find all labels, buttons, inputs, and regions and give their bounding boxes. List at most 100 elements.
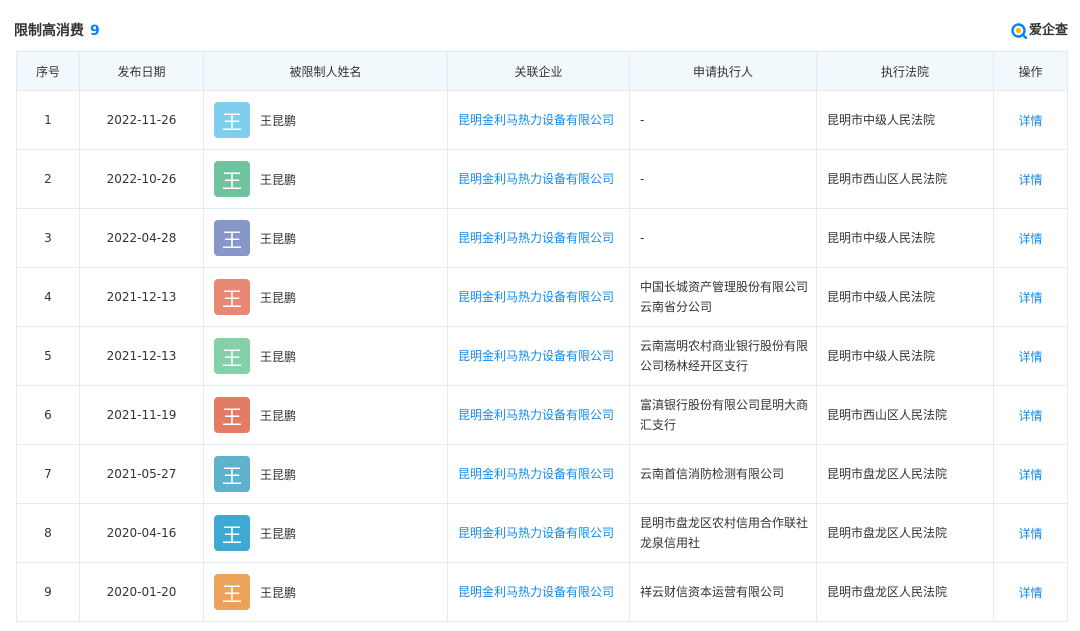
row-action-cell: 详情 (993, 267, 1068, 327)
person-name: 王昆鹏 (260, 408, 297, 423)
company-link[interactable]: 昆明金利马热力设备有限公司 (458, 408, 614, 422)
row-index: 3 (16, 208, 80, 268)
row-index: 7 (16, 444, 80, 504)
company-link[interactable]: 昆明金利马热力设备有限公司 (458, 231, 614, 245)
person-info: 王王昆鹏 (205, 102, 447, 138)
brand-name: 爱企查 (1028, 23, 1068, 38)
detail-link[interactable]: 详情 (1018, 173, 1042, 187)
row-action-cell: 详情 (993, 444, 1068, 504)
table-row: 2 2022-10-26 王王昆鹏 昆明金利马热力设备有限公司 - 昆明市西山区人民法院详… (16, 149, 1068, 209)
table-row: 1 2022-11-26 王王昆鹏 昆明金利马热力设备有限公司 - 昆明市中级人民法院 详情 (16, 90, 1068, 150)
table-row: 8 2020-04-16 王王昆鹏 昆明金利马热力设备有限公司 昆明市盘龙区农村信用合作… (16, 503, 1068, 563)
row-index: 8 (16, 503, 80, 563)
restriction-page: 限制高消费 9 爱企查 序号 发布日期 被限制人姓名 关联企业 申请执行人 执行… (0, 0, 1080, 631)
detail-link[interactable]: 详情 (1018, 114, 1042, 128)
person-info: 王王昆鹏 (205, 279, 447, 315)
table-row: 3 2022-04-28 王王昆鹏 昆明金利马热力设备有限公司 - 昆明市中级人民法院 详情 (16, 208, 1068, 268)
table-row: 4 2021-12-13 王王昆鹏 昆明金利马热力设备有限公司 中国长城资产管理股份有限… (16, 267, 1068, 327)
avatar: 王 (214, 574, 250, 610)
row-company-cell: 昆明金利马热力设备有限公司 (447, 444, 630, 504)
avatar: 王 (214, 515, 250, 551)
row-applicant: - (629, 149, 817, 209)
row-company-cell: 昆明金利马热力设备有限公司 (447, 326, 630, 386)
person-name: 王昆鹏 (260, 349, 297, 364)
row-person-cell: 王王昆鹏 (203, 149, 448, 209)
table-row: 5 2021-12-13 王王昆鹏 昆明金利马热力设备有限公司 云南嵩明农村商业银行股份… (16, 326, 1068, 386)
row-person-cell: 王王昆鹏 (203, 267, 448, 327)
section-title-text: 限制高消费 (14, 23, 84, 39)
row-court: 昆明市中级人民法院 (816, 326, 994, 386)
person-name: 王昆鹏 (260, 585, 297, 600)
table-row: 9 2020-01-20 王王昆鹏 昆明金利马热力设备有限公司 祥云财信资本运营有限公司… (16, 562, 1068, 622)
record-count: 9 (90, 23, 100, 39)
detail-link[interactable]: 详情 (1018, 291, 1042, 305)
row-applicant: - (629, 90, 817, 150)
row-date: 2022-11-26 (79, 90, 204, 150)
person-name: 王昆鹏 (260, 467, 297, 482)
restriction-table: 序号 发布日期 被限制人姓名 关联企业 申请执行人 执行法院 操作 1 2022-… (16, 51, 1068, 622)
avatar: 王 (214, 102, 250, 138)
row-applicant: 中国长城资产管理股份有限公司云南省分公司 (629, 267, 817, 327)
company-link[interactable]: 昆明金利马热力设备有限公司 (458, 526, 614, 540)
row-action-cell: 详情 (993, 562, 1068, 622)
person-info: 王王昆鹏 (205, 397, 447, 433)
row-person-cell: 王王昆鹏 (203, 326, 448, 386)
section-header: 限制高消费 9 爱企查 (14, 20, 1068, 42)
row-action-cell: 详情 (993, 385, 1068, 445)
detail-link[interactable]: 详情 (1018, 468, 1042, 482)
row-index: 5 (16, 326, 80, 386)
row-person-cell: 王王昆鹏 (203, 90, 448, 150)
person-info: 王王昆鹏 (205, 456, 447, 492)
avatar: 王 (214, 161, 250, 197)
detail-link[interactable]: 详情 (1018, 232, 1042, 246)
row-company-cell: 昆明金利马热力设备有限公司 (447, 385, 630, 445)
row-applicant: 富滇银行股份有限公司昆明大商汇支行 (629, 385, 817, 445)
column-header-company: 关联企业 (447, 51, 630, 91)
row-person-cell: 王王昆鹏 (203, 503, 448, 563)
detail-link[interactable]: 详情 (1018, 586, 1042, 600)
row-index: 9 (16, 562, 80, 622)
avatar: 王 (214, 220, 250, 256)
row-court: 昆明市盘龙区人民法院 (816, 562, 994, 622)
column-header-action: 操作 (993, 51, 1068, 91)
column-header-person: 被限制人姓名 (203, 51, 448, 91)
detail-link[interactable]: 详情 (1018, 409, 1042, 423)
company-link[interactable]: 昆明金利马热力设备有限公司 (458, 349, 614, 363)
brand-logo: 爱企查 (1011, 20, 1068, 42)
table-row: 7 2021-05-27 王王昆鹏 昆明金利马热力设备有限公司 云南首信消防检测有限公司… (16, 444, 1068, 504)
table-body: 1 2022-11-26 王王昆鹏 昆明金利马热力设备有限公司 - 昆明市中级人民法院 详情… (16, 90, 1068, 622)
row-date: 2022-10-26 (79, 149, 204, 209)
avatar: 王 (214, 397, 250, 433)
company-link[interactable]: 昆明金利马热力设备有限公司 (458, 467, 614, 481)
company-link[interactable]: 昆明金利马热力设备有限公司 (458, 172, 614, 186)
row-company-cell: 昆明金利马热力设备有限公司 (447, 503, 630, 563)
person-name: 王昆鹏 (260, 113, 297, 128)
person-name: 王昆鹏 (260, 526, 297, 541)
avatar: 王 (214, 279, 250, 315)
row-date: 2021-12-13 (79, 326, 204, 386)
row-court: 昆明市西山区人民法院 (816, 149, 994, 209)
person-info: 王王昆鹏 (205, 338, 447, 374)
row-applicant: 云南首信消防检测有限公司 (629, 444, 817, 504)
detail-link[interactable]: 详情 (1018, 350, 1042, 364)
row-company-cell: 昆明金利马热力设备有限公司 (447, 208, 630, 268)
row-applicant: 昆明市盘龙区农村信用合作联社龙泉信用社 (629, 503, 817, 563)
person-name: 王昆鹏 (260, 172, 297, 187)
row-court: 昆明市西山区人民法院 (816, 385, 994, 445)
person-info: 王王昆鹏 (205, 574, 447, 610)
row-date: 2022-04-28 (79, 208, 204, 268)
avatar: 王 (214, 456, 250, 492)
row-index: 1 (16, 90, 80, 150)
company-link[interactable]: 昆明金利马热力设备有限公司 (458, 290, 614, 304)
company-link[interactable]: 昆明金利马热力设备有限公司 (458, 113, 614, 127)
detail-link[interactable]: 详情 (1018, 527, 1042, 541)
person-info: 王王昆鹏 (205, 161, 447, 197)
company-link[interactable]: 昆明金利马热力设备有限公司 (458, 585, 614, 599)
row-index: 4 (16, 267, 80, 327)
brand-search-icon (1011, 23, 1027, 39)
avatar: 王 (214, 338, 250, 374)
row-court: 昆明市中级人民法院 (816, 267, 994, 327)
row-person-cell: 王王昆鹏 (203, 385, 448, 445)
column-header-index: 序号 (16, 51, 80, 91)
row-action-cell: 详情 (993, 90, 1068, 150)
